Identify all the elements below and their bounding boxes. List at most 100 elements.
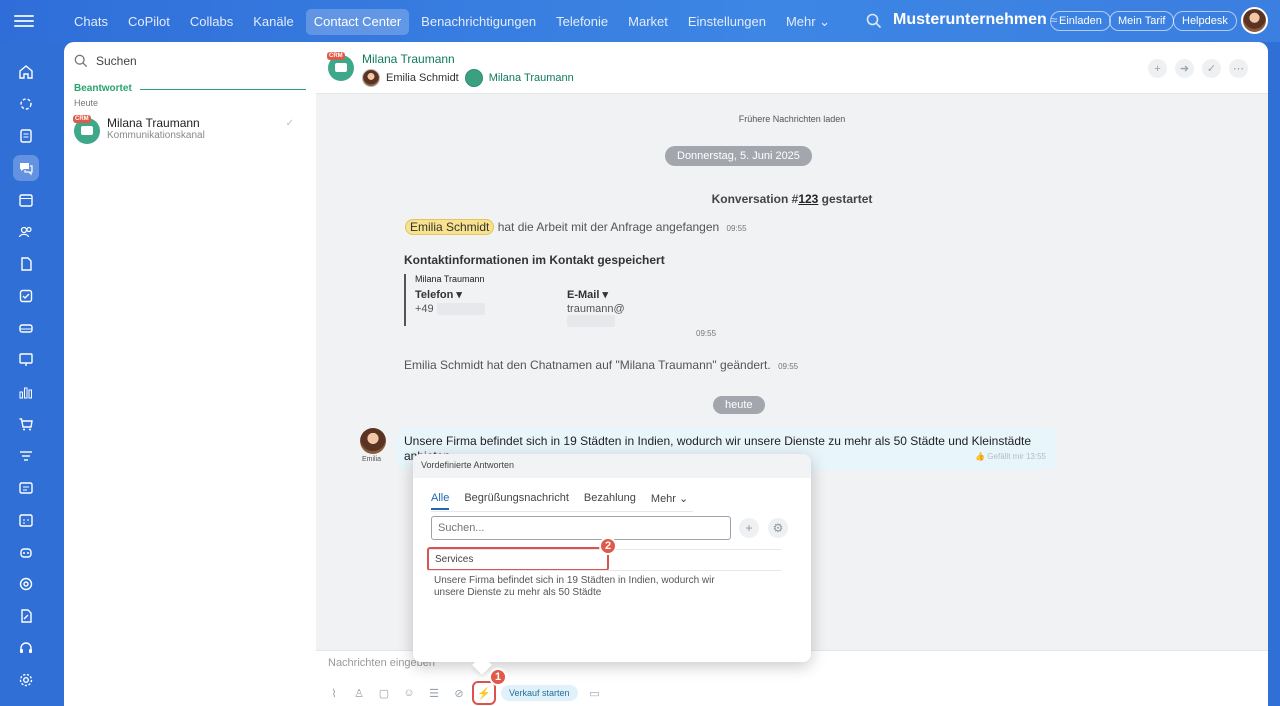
section-divider: [140, 89, 306, 90]
search-icon: [74, 54, 88, 68]
menu-icon[interactable]: [14, 12, 34, 30]
tab-more[interactable]: Mehr ⌄: [651, 492, 688, 510]
tasks-icon[interactable]: [13, 283, 39, 309]
tab-payment[interactable]: Bezahlung: [584, 492, 636, 510]
add-answer-icon[interactable]: +: [739, 518, 759, 538]
id-card-icon[interactable]: [13, 475, 39, 501]
nav-benachrichtigungen[interactable]: Benachrichtigungen: [413, 9, 544, 35]
date-separator: heute: [713, 396, 765, 414]
screen-icon[interactable]: ▭: [587, 685, 603, 701]
nav-market[interactable]: Market: [620, 9, 676, 35]
crm-badge: CRM: [327, 52, 345, 60]
message-author: Emilia: [362, 456, 382, 463]
gear-icon[interactable]: ⚙: [768, 518, 788, 538]
search-placeholder: Suchen: [96, 54, 137, 68]
chat-title[interactable]: Milana Traumann: [362, 52, 455, 66]
tabs-divider: [431, 511, 693, 512]
avatar[interactable]: [360, 428, 386, 454]
activity-icon[interactable]: [13, 91, 39, 117]
start-sale-button[interactable]: Verkauf starten: [501, 685, 578, 701]
user-avatar[interactable]: [1241, 7, 1268, 34]
schedule-icon[interactable]: [13, 507, 39, 533]
phone-field: Telefon ▾ +49: [415, 288, 485, 316]
shop-icon[interactable]: [13, 411, 39, 437]
chat-list-panel: Suchen Beantwortet Heute CRM Milana Trau…: [64, 42, 316, 706]
filter-icon[interactable]: [13, 443, 39, 469]
helpdesk-button[interactable]: Helpdesk: [1173, 11, 1237, 31]
edit-doc-icon[interactable]: [13, 603, 39, 629]
participant-name[interactable]: Emilia Schmidt: [386, 72, 459, 84]
contact-info-title: Kontaktinformationen im Kontakt gespeich…: [404, 253, 665, 267]
feed-icon[interactable]: [13, 123, 39, 149]
attach-icon[interactable]: ⌇: [326, 685, 342, 701]
main-nav: Chats CoPilot Collabs Kanäle Contact Cen…: [66, 9, 838, 35]
step-badge-2: 2: [599, 537, 617, 555]
check-icon: ✓: [285, 118, 294, 129]
chat-list-item[interactable]: CRM Milana Traumann Kommunikationskanal …: [73, 114, 306, 148]
user-mention[interactable]: Emilia Schmidt: [405, 219, 495, 235]
tariff-button[interactable]: Mein Tarif: [1109, 11, 1175, 31]
company-name[interactable]: Musterunternehmen ≈: [893, 11, 1057, 29]
nav-einstellungen[interactable]: Einstellungen: [680, 9, 774, 35]
nav-contact-center[interactable]: Contact Center: [305, 9, 410, 35]
nav-kanaele[interactable]: Kanäle: [245, 9, 301, 35]
template-icon[interactable]: ☰: [426, 685, 442, 701]
date-separator: Donnerstag, 5. Juni 2025: [665, 146, 812, 166]
chat-icon[interactable]: [13, 155, 39, 181]
answers-search-input[interactable]: [431, 516, 731, 540]
avatar[interactable]: [362, 69, 380, 87]
top-bar: Chats CoPilot Collabs Kanäle Contact Cen…: [0, 0, 1280, 42]
chat-item-subtitle: Kommunikationskanal: [107, 130, 205, 141]
settings-icon[interactable]: [13, 667, 39, 693]
email-label[interactable]: E-Mail ▾: [567, 289, 608, 301]
nav-collabs[interactable]: Collabs: [182, 9, 241, 35]
quick-answers-icon[interactable]: ⚡: [472, 681, 496, 705]
hide-icon[interactable]: ⊘: [451, 685, 467, 701]
target-icon[interactable]: [13, 571, 39, 597]
invite-button[interactable]: Einladen: [1050, 11, 1111, 31]
home-icon[interactable]: [13, 59, 39, 85]
quick-answers-popup: Vordefinierte Antworten Alle Begrüßungsn…: [413, 454, 811, 675]
section-answered: Beantwortet: [74, 83, 132, 94]
conversation-link[interactable]: 123: [798, 192, 818, 206]
popup-tabs: Alle Begrüßungsnachricht Bezahlung Mehr …: [431, 492, 688, 510]
phone-label[interactable]: Telefon ▾: [415, 289, 462, 301]
chat-search[interactable]: Suchen: [74, 54, 137, 68]
divider: [427, 570, 781, 571]
document-icon[interactable]: [13, 251, 39, 277]
search-icon[interactable]: [866, 13, 882, 29]
chat-item-name: Milana Traumann: [107, 116, 200, 130]
system-message: Emilia Schmidt hat die Arbeit mit der An…: [405, 219, 747, 235]
user-icon[interactable]: [464, 69, 483, 87]
message-meta[interactable]: 👍 Gefällt mir 13:55: [975, 452, 1046, 461]
participant-name[interactable]: Milana Traumann: [489, 72, 574, 84]
load-more-link[interactable]: Frühere Nachrichten laden: [316, 114, 1268, 124]
drive-icon[interactable]: [13, 315, 39, 341]
people-icon[interactable]: [13, 219, 39, 245]
message-time: 09:55: [726, 224, 747, 233]
blurred-value: [567, 315, 615, 328]
nav-chats[interactable]: Chats: [66, 9, 116, 35]
add-user-icon[interactable]: +: [1148, 59, 1167, 78]
step-badge-1: 1: [489, 668, 507, 686]
forward-icon[interactable]: ➜: [1175, 59, 1194, 78]
presentation-icon[interactable]: [13, 347, 39, 373]
answer-item-text[interactable]: Unsere Firma befindet sich in 19 Städten…: [434, 575, 744, 599]
nav-mehr[interactable]: Mehr ⌄: [778, 9, 838, 35]
more-icon[interactable]: ⋯: [1229, 59, 1248, 78]
answer-item-title[interactable]: Services: [427, 547, 609, 571]
analytics-icon[interactable]: [13, 379, 39, 405]
finish-icon[interactable]: ✓: [1202, 59, 1221, 78]
smile-icon[interactable]: ☺: [401, 685, 417, 701]
tab-greeting[interactable]: Begrüßungsnachricht: [464, 492, 569, 510]
blurred-value: [436, 303, 485, 316]
nav-copilot[interactable]: CoPilot: [120, 9, 178, 35]
tab-all[interactable]: Alle: [431, 492, 450, 510]
calendar-icon[interactable]: [13, 187, 39, 213]
nav-telefonie[interactable]: Telefonie: [548, 9, 616, 35]
popup-title: Vordefinierte Antworten: [413, 454, 811, 478]
robot-icon[interactable]: [13, 539, 39, 565]
contact-icon[interactable]: ♙: [351, 685, 367, 701]
form-icon[interactable]: ▢: [376, 685, 392, 701]
headset-icon[interactable]: [13, 635, 39, 661]
